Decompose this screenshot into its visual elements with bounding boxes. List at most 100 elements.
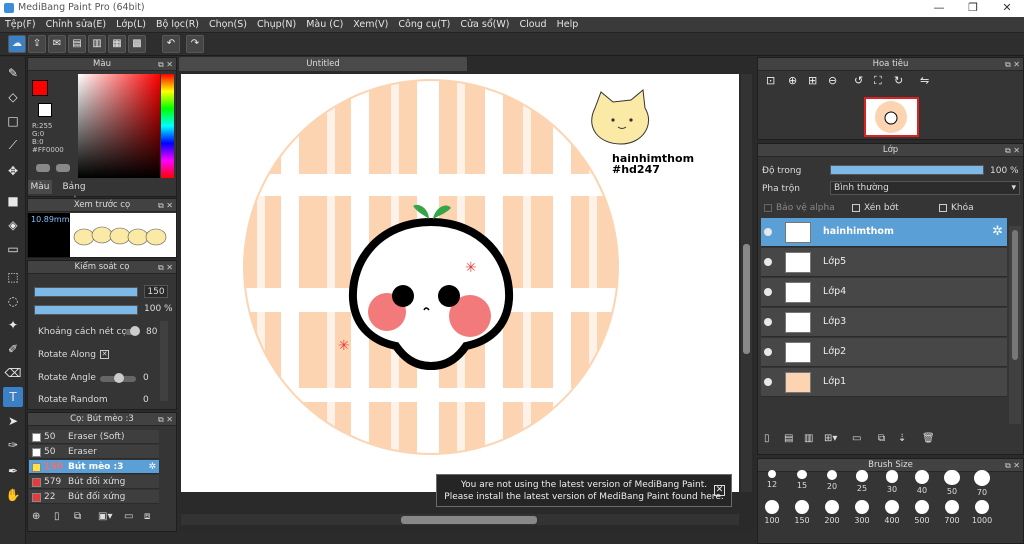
panels-icon[interactable]: ▦	[108, 35, 126, 53]
operation-tool-icon[interactable]: ➤	[3, 411, 23, 431]
canvas-horizontal-scrollbar[interactable]	[181, 514, 739, 525]
visibility-eye-icon[interactable]	[764, 378, 772, 386]
zoom-in-icon[interactable]: ⊕	[788, 74, 797, 87]
brush-item[interactable]: 579 Bút đối xứng	[29, 475, 159, 489]
panel-float-close-icon[interactable]: ⧉ ✕	[1005, 144, 1020, 157]
protect-alpha-option[interactable]: Bảo vệ alpha	[764, 203, 835, 213]
menu-select[interactable]: Chọn(S)	[204, 17, 252, 33]
fill-rect-tool-icon[interactable]: ■	[3, 191, 23, 211]
rotate-along-checkbox[interactable]: ✕	[100, 350, 109, 359]
rotate-right-icon[interactable]: ↻	[894, 74, 903, 87]
brush-size-option[interactable]: 20	[817, 470, 847, 491]
layer-row[interactable]: Lớp3	[761, 308, 1007, 337]
blend-mode-select[interactable]: Bình thường ▾	[830, 181, 1020, 195]
hand-tool-icon[interactable]: ✋	[3, 485, 23, 505]
brush-size-option[interactable]: 25	[847, 470, 877, 493]
rotate-left-icon[interactable]: ↺	[854, 74, 863, 87]
hue-slider[interactable]	[161, 74, 174, 178]
clipping-checkbox[interactable]	[852, 203, 860, 212]
notice-line2[interactable]: Please install the latest version of Med…	[437, 491, 731, 503]
brush-size-slider[interactable]	[34, 287, 138, 297]
new-brush-icon[interactable]: ▯	[54, 511, 60, 522]
select-pen-tool-icon[interactable]: ✐	[3, 339, 23, 359]
visibility-eye-icon[interactable]	[764, 228, 772, 236]
text-tool-icon[interactable]: T	[3, 387, 23, 407]
brush-item-selected[interactable]: 150 Bút mèo :3 ✲	[29, 460, 159, 474]
lasso-tool-icon[interactable]: ◌	[3, 291, 23, 311]
menu-filter[interactable]: Bộ lọc(R)	[151, 17, 204, 33]
menu-layer[interactable]: Lớp(L)	[111, 17, 151, 33]
add-brush-icon[interactable]: ⊕	[32, 511, 40, 522]
brush-size-option[interactable]: 300	[847, 500, 877, 525]
close-window-button[interactable]: ✕	[990, 0, 1024, 17]
brush-size-option[interactable]: 1000	[967, 500, 997, 525]
magic-wand-tool-icon[interactable]: ✦	[3, 315, 23, 335]
brush-size-option[interactable]: 200	[817, 500, 847, 525]
brush-folder-icon[interactable]: ▭	[124, 511, 133, 522]
bucket-tool-icon[interactable]: ◈	[3, 215, 23, 235]
rotate-angle-knob[interactable]	[114, 373, 124, 383]
brush-size-value[interactable]: 150	[144, 285, 168, 298]
menu-file[interactable]: Tệp(F)	[0, 17, 41, 33]
move-tool-icon[interactable]: ✥	[3, 161, 23, 181]
layer-opacity-slider[interactable]	[830, 165, 984, 175]
drawing-canvas[interactable]: ✳ ✳ hainhimthom #hd247	[181, 74, 739, 492]
delete-layer-icon[interactable]: 🗑	[922, 433, 935, 444]
brush-item[interactable]: 22 Bút đối xứng	[29, 490, 159, 504]
maximize-button[interactable]: ❐	[956, 0, 990, 17]
menu-snap[interactable]: Chụp(N)	[252, 17, 301, 33]
duplicate-brush-icon[interactable]: ⧉	[74, 511, 81, 522]
brush-size-option[interactable]: 400	[877, 500, 907, 525]
tab-color[interactable]: Màu	[28, 180, 52, 194]
zoom-fit-icon[interactable]: ⊡	[766, 74, 775, 87]
select-eraser-tool-icon[interactable]: ⌫	[3, 363, 23, 383]
pen-tool-icon[interactable]: ✒	[3, 461, 23, 481]
brush-size-option[interactable]: 40	[907, 470, 937, 495]
eraser-tool-icon[interactable]: ◇	[3, 87, 23, 107]
layer-row[interactable]: Lớp5	[761, 248, 1007, 277]
brush-size-option[interactable]: 12	[757, 470, 787, 489]
panel-float-close-icon[interactable]: ⧉ ✕	[158, 413, 173, 426]
navigator-thumbnail[interactable]	[864, 97, 919, 137]
spacing-slider-knob[interactable]	[130, 326, 140, 336]
visibility-eye-icon[interactable]	[764, 258, 772, 266]
undo-icon[interactable]: ↶	[162, 35, 180, 53]
brush-copy-icon[interactable]: ⧈	[144, 511, 150, 522]
notice-close-icon[interactable]: ✕	[714, 485, 725, 496]
brush-item[interactable]: 50 Eraser (Soft)	[29, 430, 159, 444]
layer-add-menu-icon[interactable]: ⊞▾	[824, 433, 837, 444]
line-tool-icon[interactable]: ⟋	[3, 135, 23, 155]
document-tab[interactable]: Untitled	[179, 57, 467, 71]
panel-float-close-icon[interactable]: ⧉ ✕	[158, 261, 173, 274]
zoom-out-icon[interactable]: ⊖	[828, 74, 837, 87]
select-rect-tool-icon[interactable]: ⬚	[3, 267, 23, 287]
panel-float-close-icon[interactable]: ⧉ ✕	[1005, 459, 1020, 472]
layer-row[interactable]: Lớp1	[761, 368, 1007, 397]
layer-list-scrollbar[interactable]	[1009, 226, 1021, 424]
new-8bit-layer-icon[interactable]: ▥	[804, 433, 813, 444]
brush-opacity-slider[interactable]	[34, 305, 138, 315]
brush-size-option[interactable]: 50	[937, 470, 967, 496]
canvas-vertical-scrollbar[interactable]	[741, 74, 752, 492]
share-icon[interactable]: ⇪	[28, 35, 46, 53]
menu-tools[interactable]: Công cụ(T)	[393, 17, 455, 33]
visibility-eye-icon[interactable]	[764, 318, 772, 326]
brush-size-option[interactable]: 150	[787, 500, 817, 525]
lock-checkbox[interactable]	[939, 203, 947, 212]
menu-view[interactable]: Xem(V)	[348, 17, 393, 33]
brush-size-option[interactable]: 500	[907, 500, 937, 525]
menu-color[interactable]: Màu (C)	[301, 17, 348, 33]
page-icon[interactable]: ▤	[68, 35, 86, 53]
layer-settings-gear-icon[interactable]: ✲	[992, 224, 1003, 239]
menu-cloud[interactable]: Cloud	[514, 17, 551, 33]
color-mode-button[interactable]	[36, 164, 50, 172]
panel-float-close-icon[interactable]: ⧉ ✕	[158, 199, 173, 212]
panel-float-close-icon[interactable]: ⧉ ✕	[1005, 58, 1020, 71]
new-layer-icon[interactable]: ▯	[764, 433, 770, 444]
primary-color-swatch[interactable]	[32, 80, 48, 96]
merge-layer-icon[interactable]: ⇣	[898, 433, 906, 444]
eyedropper-tool-icon[interactable]: ✑	[3, 435, 23, 455]
brush-size-option[interactable]: 30	[877, 470, 907, 494]
zoom-actual-icon[interactable]: ⊞	[808, 74, 817, 87]
brush-settings-gear-icon[interactable]: ✲	[148, 460, 156, 474]
